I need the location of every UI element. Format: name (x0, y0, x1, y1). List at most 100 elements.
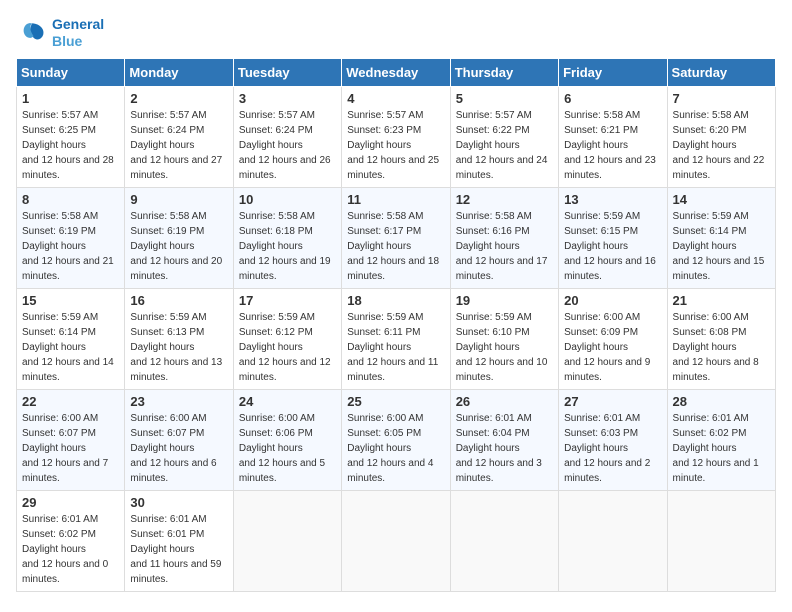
day-cell: 16 Sunrise: 5:59 AM Sunset: 6:13 PM Dayl… (125, 288, 233, 389)
day-cell: 2 Sunrise: 5:57 AM Sunset: 6:24 PM Dayli… (125, 86, 233, 187)
day-number: 4 (347, 91, 444, 106)
day-info: Sunrise: 6:00 AM Sunset: 6:08 PM Dayligh… (673, 310, 770, 385)
week-row-1: 1 Sunrise: 5:57 AM Sunset: 6:25 PM Dayli… (17, 86, 776, 187)
day-number: 8 (22, 192, 119, 207)
day-info: Sunrise: 5:57 AM Sunset: 6:24 PM Dayligh… (239, 108, 336, 183)
day-cell: 8 Sunrise: 5:58 AM Sunset: 6:19 PM Dayli… (17, 187, 125, 288)
day-number: 24 (239, 394, 336, 409)
day-info: Sunrise: 5:59 AM Sunset: 6:13 PM Dayligh… (130, 310, 227, 385)
day-number: 12 (456, 192, 553, 207)
day-info: Sunrise: 5:58 AM Sunset: 6:20 PM Dayligh… (673, 108, 770, 183)
day-cell: 27 Sunrise: 6:01 AM Sunset: 6:03 PM Dayl… (559, 389, 667, 490)
day-cell (450, 490, 558, 591)
day-number: 26 (456, 394, 553, 409)
day-number: 19 (456, 293, 553, 308)
logo: General Blue (16, 16, 104, 50)
day-info: Sunrise: 5:59 AM Sunset: 6:14 PM Dayligh… (673, 209, 770, 284)
day-number: 21 (673, 293, 770, 308)
column-header-saturday: Saturday (667, 58, 775, 86)
week-row-5: 29 Sunrise: 6:01 AM Sunset: 6:02 PM Dayl… (17, 490, 776, 591)
column-header-wednesday: Wednesday (342, 58, 450, 86)
day-number: 29 (22, 495, 119, 510)
day-info: Sunrise: 5:59 AM Sunset: 6:11 PM Dayligh… (347, 310, 444, 385)
day-number: 14 (673, 192, 770, 207)
day-cell: 3 Sunrise: 5:57 AM Sunset: 6:24 PM Dayli… (233, 86, 341, 187)
day-info: Sunrise: 6:01 AM Sunset: 6:02 PM Dayligh… (22, 512, 119, 587)
day-cell: 10 Sunrise: 5:58 AM Sunset: 6:18 PM Dayl… (233, 187, 341, 288)
page-header: General Blue (16, 16, 776, 50)
day-info: Sunrise: 5:58 AM Sunset: 6:17 PM Dayligh… (347, 209, 444, 284)
column-header-thursday: Thursday (450, 58, 558, 86)
column-header-tuesday: Tuesday (233, 58, 341, 86)
day-cell: 18 Sunrise: 5:59 AM Sunset: 6:11 PM Dayl… (342, 288, 450, 389)
day-number: 23 (130, 394, 227, 409)
day-cell: 5 Sunrise: 5:57 AM Sunset: 6:22 PM Dayli… (450, 86, 558, 187)
day-number: 2 (130, 91, 227, 106)
week-row-3: 15 Sunrise: 5:59 AM Sunset: 6:14 PM Dayl… (17, 288, 776, 389)
day-number: 28 (673, 394, 770, 409)
day-cell: 22 Sunrise: 6:00 AM Sunset: 6:07 PM Dayl… (17, 389, 125, 490)
day-info: Sunrise: 6:00 AM Sunset: 6:07 PM Dayligh… (22, 411, 119, 486)
day-info: Sunrise: 5:58 AM Sunset: 6:16 PM Dayligh… (456, 209, 553, 284)
day-number: 17 (239, 293, 336, 308)
day-number: 10 (239, 192, 336, 207)
day-info: Sunrise: 6:00 AM Sunset: 6:07 PM Dayligh… (130, 411, 227, 486)
day-info: Sunrise: 5:57 AM Sunset: 6:23 PM Dayligh… (347, 108, 444, 183)
day-cell: 19 Sunrise: 5:59 AM Sunset: 6:10 PM Dayl… (450, 288, 558, 389)
day-info: Sunrise: 6:01 AM Sunset: 6:03 PM Dayligh… (564, 411, 661, 486)
day-cell: 1 Sunrise: 5:57 AM Sunset: 6:25 PM Dayli… (17, 86, 125, 187)
day-cell: 7 Sunrise: 5:58 AM Sunset: 6:20 PM Dayli… (667, 86, 775, 187)
day-cell (559, 490, 667, 591)
day-info: Sunrise: 5:58 AM Sunset: 6:19 PM Dayligh… (22, 209, 119, 284)
day-cell: 21 Sunrise: 6:00 AM Sunset: 6:08 PM Dayl… (667, 288, 775, 389)
day-cell: 23 Sunrise: 6:00 AM Sunset: 6:07 PM Dayl… (125, 389, 233, 490)
day-cell: 24 Sunrise: 6:00 AM Sunset: 6:06 PM Dayl… (233, 389, 341, 490)
day-info: Sunrise: 5:57 AM Sunset: 6:22 PM Dayligh… (456, 108, 553, 183)
day-cell: 4 Sunrise: 5:57 AM Sunset: 6:23 PM Dayli… (342, 86, 450, 187)
day-cell: 9 Sunrise: 5:58 AM Sunset: 6:19 PM Dayli… (125, 187, 233, 288)
day-cell: 26 Sunrise: 6:01 AM Sunset: 6:04 PM Dayl… (450, 389, 558, 490)
day-info: Sunrise: 6:00 AM Sunset: 6:05 PM Dayligh… (347, 411, 444, 486)
day-cell: 14 Sunrise: 5:59 AM Sunset: 6:14 PM Dayl… (667, 187, 775, 288)
day-number: 27 (564, 394, 661, 409)
day-info: Sunrise: 5:59 AM Sunset: 6:15 PM Dayligh… (564, 209, 661, 284)
day-info: Sunrise: 5:58 AM Sunset: 6:21 PM Dayligh… (564, 108, 661, 183)
day-info: Sunrise: 6:00 AM Sunset: 6:09 PM Dayligh… (564, 310, 661, 385)
day-number: 5 (456, 91, 553, 106)
calendar-table: SundayMondayTuesdayWednesdayThursdayFrid… (16, 58, 776, 592)
day-cell (342, 490, 450, 591)
day-cell: 15 Sunrise: 5:59 AM Sunset: 6:14 PM Dayl… (17, 288, 125, 389)
day-cell: 17 Sunrise: 5:59 AM Sunset: 6:12 PM Dayl… (233, 288, 341, 389)
day-number: 22 (22, 394, 119, 409)
week-row-4: 22 Sunrise: 6:00 AM Sunset: 6:07 PM Dayl… (17, 389, 776, 490)
column-header-monday: Monday (125, 58, 233, 86)
day-info: Sunrise: 5:57 AM Sunset: 6:25 PM Dayligh… (22, 108, 119, 183)
day-number: 20 (564, 293, 661, 308)
day-info: Sunrise: 5:59 AM Sunset: 6:10 PM Dayligh… (456, 310, 553, 385)
day-info: Sunrise: 5:58 AM Sunset: 6:19 PM Dayligh… (130, 209, 227, 284)
day-number: 11 (347, 192, 444, 207)
day-cell (233, 490, 341, 591)
day-number: 15 (22, 293, 119, 308)
day-number: 18 (347, 293, 444, 308)
day-cell: 20 Sunrise: 6:00 AM Sunset: 6:09 PM Dayl… (559, 288, 667, 389)
logo-text: General Blue (52, 16, 104, 50)
logo-icon (16, 17, 48, 49)
day-number: 13 (564, 192, 661, 207)
day-cell: 30 Sunrise: 6:01 AM Sunset: 6:01 PM Dayl… (125, 490, 233, 591)
day-info: Sunrise: 6:01 AM Sunset: 6:04 PM Dayligh… (456, 411, 553, 486)
day-number: 6 (564, 91, 661, 106)
day-info: Sunrise: 5:59 AM Sunset: 6:14 PM Dayligh… (22, 310, 119, 385)
day-info: Sunrise: 6:00 AM Sunset: 6:06 PM Dayligh… (239, 411, 336, 486)
column-header-friday: Friday (559, 58, 667, 86)
day-number: 30 (130, 495, 227, 510)
day-info: Sunrise: 5:59 AM Sunset: 6:12 PM Dayligh… (239, 310, 336, 385)
day-info: Sunrise: 5:57 AM Sunset: 6:24 PM Dayligh… (130, 108, 227, 183)
day-number: 7 (673, 91, 770, 106)
day-info: Sunrise: 6:01 AM Sunset: 6:02 PM Dayligh… (673, 411, 770, 486)
day-number: 3 (239, 91, 336, 106)
day-number: 9 (130, 192, 227, 207)
day-number: 25 (347, 394, 444, 409)
day-cell: 25 Sunrise: 6:00 AM Sunset: 6:05 PM Dayl… (342, 389, 450, 490)
day-cell: 6 Sunrise: 5:58 AM Sunset: 6:21 PM Dayli… (559, 86, 667, 187)
